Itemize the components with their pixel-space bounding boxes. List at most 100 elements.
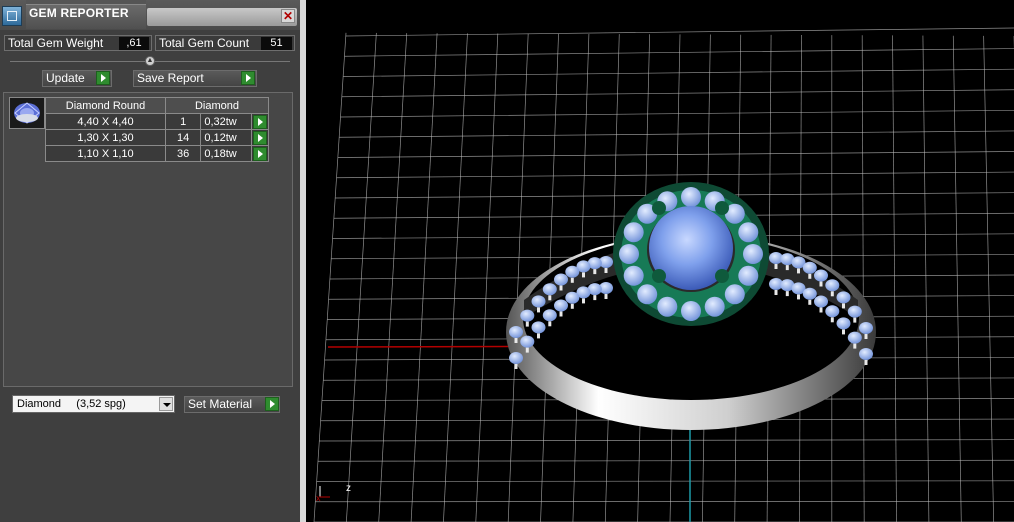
row-weight: 0,18tw [200,145,252,162]
ring-model[interactable] [506,182,876,430]
halo-stone [657,296,678,317]
band-prong [537,333,540,339]
total-gem-count-box: Total Gem Count 51 [155,35,295,51]
band-prong [525,347,529,353]
band-prong [548,321,552,327]
gem-reporter-panel: GEM REPORTER ✕ Total Gem Weight ,61 Tota… [0,0,300,522]
band-stone [554,273,568,286]
band-stone [565,291,580,304]
chevron-down-icon[interactable] [159,397,173,411]
band-stone [859,322,873,334]
halo-stone [681,301,701,321]
band-prong [819,281,823,287]
band-prong [808,299,812,305]
band-stone [802,261,817,274]
halo-stone [738,265,759,286]
window-title: GEM REPORTER [29,6,129,20]
row-action-cell [250,113,270,130]
band-prong [604,268,608,273]
band-prong [559,311,563,317]
3d-viewport[interactable]: z x [306,0,1014,522]
row-weight: 0,12tw [200,129,252,146]
band-stone [542,283,557,296]
total-gem-weight-box: Total Gem Weight ,61 [4,35,152,51]
band-stone [825,279,840,292]
z-axis-label: z [346,483,351,494]
band-stone [836,317,851,330]
band-stone [814,269,828,282]
update-button-label: Update [46,71,85,85]
band-prong [582,272,585,278]
band-prong [514,364,518,369]
band-stone [825,305,840,318]
band-prong [808,273,812,279]
halo-stone [619,244,639,264]
band-prong [785,291,789,297]
halo-stone [623,265,644,286]
band-prong [819,307,823,313]
band-prong [842,329,845,335]
set-material-button[interactable]: Set Material [184,396,280,413]
band-prong [830,291,834,297]
row-go-icon[interactable] [252,147,267,161]
prong [715,269,729,283]
table-row[interactable]: 1,10 X 1,10 36 0,18tw [45,145,270,162]
band-stone [565,265,580,278]
row-action-cell [250,145,270,162]
band-prong [514,338,518,343]
diamond-thumbnail-icon [9,97,45,129]
row-count: 36 [164,145,202,162]
row-count: 1 [164,113,202,130]
band-prong [797,294,800,300]
row-count: 14 [164,129,202,146]
close-icon: ✕ [282,9,294,23]
total-gem-weight-value: ,61 [119,37,149,50]
save-report-go-icon[interactable] [241,71,255,85]
band-prong [593,269,597,275]
save-report-button-label: Save Report [137,71,204,85]
row-size: 4,40 X 4,40 [45,113,166,130]
prong [652,201,666,215]
band-stone [509,352,523,364]
collapse-toggle-icon[interactable]: ▲ [145,56,155,66]
band-stone [531,321,546,334]
row-go-icon[interactable] [252,131,267,145]
band-stone [554,299,568,312]
prong [715,201,729,215]
band-stone [542,309,557,322]
band-stone [520,309,535,322]
set-material-button-label: Set Material [188,397,253,411]
table-row[interactable]: 4,40 X 4,40 1 0,32tw [45,113,270,130]
band-stone [859,348,873,360]
halo-stone [637,284,658,305]
x-axis-label: x [316,493,321,503]
band-stone [802,287,817,300]
band-prong [797,268,800,274]
close-button[interactable]: ✕ [281,9,295,23]
update-button[interactable]: Update [42,70,112,87]
total-gem-weight-label: Total Gem Weight [8,36,104,50]
band-prong [842,303,845,309]
halo-stone [704,296,725,317]
table-row[interactable]: 1,30 X 1,30 14 0,12tw [45,129,270,146]
row-size: 1,30 X 1,30 [45,129,166,146]
header-diamond-round: Diamond Round [45,97,166,114]
band-stone [847,305,862,318]
title-bar[interactable]: GEM REPORTER ✕ [0,0,300,30]
set-material-go-icon[interactable] [265,397,279,411]
band-prong [559,285,563,291]
row-go-icon[interactable] [252,115,267,129]
row-size: 1,10 X 1,10 [45,145,166,162]
save-report-button[interactable]: Save Report [133,70,257,87]
band-prong [604,294,608,299]
material-select[interactable]: Diamond (3,52 spg) [12,395,175,413]
update-go-icon[interactable] [96,71,110,85]
viewport-canvas[interactable]: z x [306,0,1014,522]
band-prong [570,277,574,283]
band-stone [836,291,851,304]
halo-stone [681,187,701,207]
band-prong [537,307,540,313]
band-prong [774,290,778,295]
band-prong [582,298,585,304]
band-prong [830,317,834,323]
